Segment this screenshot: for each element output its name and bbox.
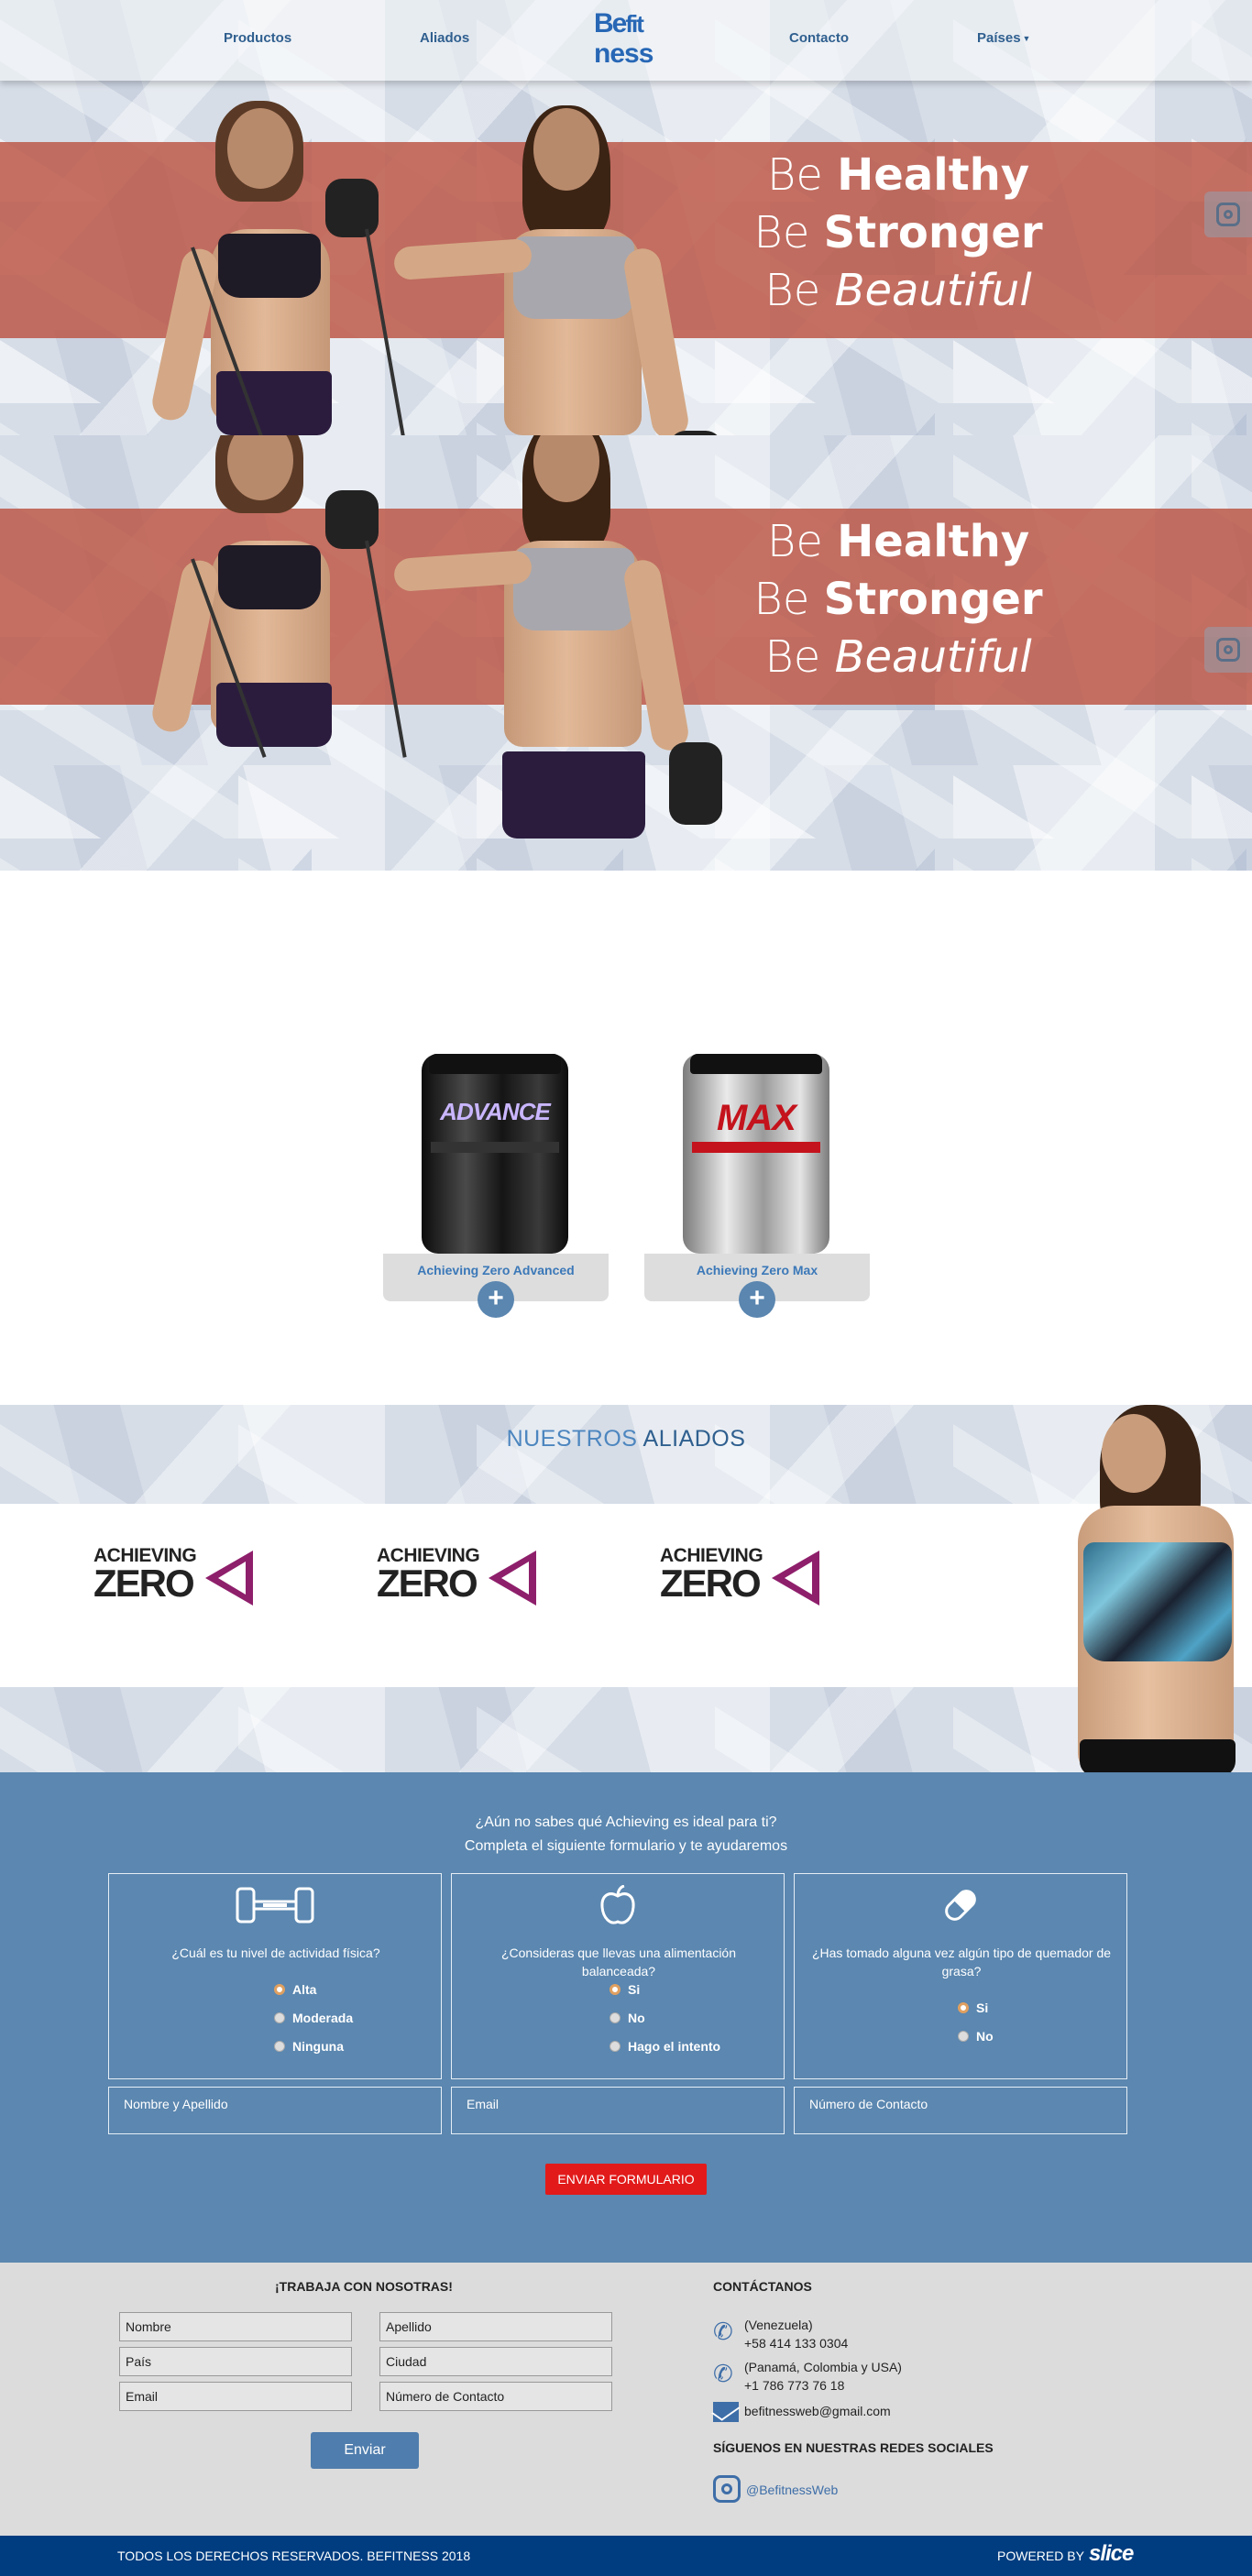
nav-aliados[interactable]: Aliados (420, 30, 469, 46)
quiz-intro: ¿Aún no sabes qué Achieving es ideal par… (464, 1814, 788, 1854)
footer-city-field[interactable]: Ciudad (379, 2347, 612, 2376)
instagram-handle[interactable]: @BefitnessWeb (746, 2481, 838, 2499)
email-field[interactable]: Email (451, 2087, 785, 2134)
add-product-button[interactable]: + (478, 1281, 514, 1318)
quiz-form-section: ¿Aún no sabes qué Achieving es ideal par… (0, 1772, 1252, 2263)
radio-option[interactable]: Si (610, 1975, 784, 2003)
question-fat-burner: ¿Has tomado alguna vez algún tipo de que… (794, 1873, 1127, 2079)
add-product-button[interactable]: + (739, 1281, 775, 1318)
name-field[interactable]: Nombre y Apellido (108, 2087, 442, 2134)
apple-icon (600, 1885, 635, 1924)
instagram-icon[interactable] (713, 2475, 741, 2503)
radio-option[interactable]: Si (958, 1993, 1126, 2022)
radio-option[interactable]: Alta (274, 1975, 441, 2003)
product-name[interactable]: Achieving Zero Max (644, 1263, 870, 1277)
contact-ve-phone[interactable]: +58 414 133 0304 (744, 2334, 848, 2352)
footer-phone-field[interactable]: Número de Contacto (379, 2382, 612, 2411)
radio-option[interactable]: Ninguna (274, 2032, 441, 2060)
question-activity: ¿Cuál es tu nivel de actividad física? A… (108, 1873, 442, 2079)
nav-paises-dropdown[interactable]: Países ▼ (977, 30, 1030, 46)
submit-form-button[interactable]: ENVIAR FORMULARIO (545, 2164, 707, 2195)
copyright-text: TODOS LOS DERECHOS RESERVADOS. BEFITNESS… (117, 2549, 471, 2563)
powered-by-text: POWERED BY (997, 2549, 1084, 2563)
instagram-icon (1216, 203, 1240, 226)
befitness-logo[interactable]: Befit ness (594, 10, 660, 68)
hero-model-right (392, 435, 742, 871)
aliados-model-image (1027, 1405, 1252, 1772)
pill-icon (945, 1890, 976, 1921)
hero-model-left (147, 435, 422, 871)
footer-country-field[interactable]: País (119, 2347, 352, 2376)
hero-tagline: Be Healthy Be Stronger Be Beautiful (753, 516, 1043, 683)
product-image[interactable]: MAX (683, 1054, 829, 1254)
slice-logo[interactable]: slice (1089, 2541, 1134, 2567)
radio-option[interactable]: Moderada (274, 2003, 441, 2032)
footer-email-field[interactable]: Email (119, 2382, 352, 2411)
instagram-side-button[interactable] (1204, 627, 1252, 673)
hero-banner-slide-2: Be Healthy Be Stronger Be Beautiful 🛒 0 (0, 435, 1252, 871)
footer-send-button[interactable]: Enviar (311, 2432, 419, 2469)
question-diet: ¿Consideras que llevas una alimentación … (451, 1873, 785, 2079)
product-name[interactable]: Achieving Zero Advanced (383, 1263, 609, 1277)
mail-icon (713, 2402, 739, 2422)
phone-icon: ✆ (713, 2318, 733, 2345)
phone-icon: ✆ (713, 2360, 733, 2387)
hero-tagline: Be Healthy Be Stronger Be Beautiful (753, 149, 1043, 316)
product-card[interactable]: ADVANCE Achieving Zero Advanced + (383, 1054, 609, 1318)
dumbbell-icon (236, 1887, 314, 1924)
partner-logo-achieving-zero[interactable]: ACHIEVING ZERO (660, 1545, 825, 1606)
nav-contacto[interactable]: Contacto (789, 30, 849, 46)
contact-us-label: (Panamá, Colombia y USA) (744, 2360, 902, 2374)
radio-option[interactable]: No (958, 2022, 1126, 2050)
caret-down-icon: ▼ (1022, 34, 1031, 44)
contact-email[interactable]: befitnessweb@gmail.com (744, 2402, 891, 2420)
nav-productos[interactable]: Productos (224, 30, 291, 46)
top-navbar: Productos Aliados Befit ness Contacto Pa… (0, 0, 1252, 81)
social-title: SÍGUENOS EN NUESTRAS REDES SOCIALES (713, 2440, 994, 2455)
contact-title: CONTÁCTANOS (713, 2279, 812, 2294)
product-image[interactable]: ADVANCE (422, 1054, 568, 1254)
radio-option[interactable]: Hago el intento (610, 2032, 784, 2060)
instagram-side-button[interactable] (1204, 192, 1252, 237)
footer: ¡TRABAJA CON NOSOTRAS! Nombre Apellido P… (0, 2263, 1252, 2536)
product-card[interactable]: MAX Achieving Zero Max + (644, 1054, 870, 1318)
partner-logo-achieving-zero[interactable]: ACHIEVING ZERO (377, 1545, 542, 1606)
copyright-bar: TODOS LOS DERECHOS RESERVADOS. BEFITNESS… (0, 2536, 1252, 2576)
radio-option[interactable]: No (610, 2003, 784, 2032)
contact-us-phone[interactable]: +1 786 773 76 18 (744, 2376, 902, 2395)
contact-ve-label: (Venezuela) (744, 2318, 813, 2332)
instagram-icon (1216, 638, 1240, 662)
partner-logo-achieving-zero[interactable]: ACHIEVING ZERO (93, 1545, 258, 1606)
work-with-us-title: ¡TRABAJA CON NOSOTRAS! (275, 2279, 453, 2294)
footer-name-field[interactable]: Nombre (119, 2312, 352, 2341)
footer-lastname-field[interactable]: Apellido (379, 2312, 612, 2341)
phone-field[interactable]: Número de Contacto (794, 2087, 1127, 2134)
